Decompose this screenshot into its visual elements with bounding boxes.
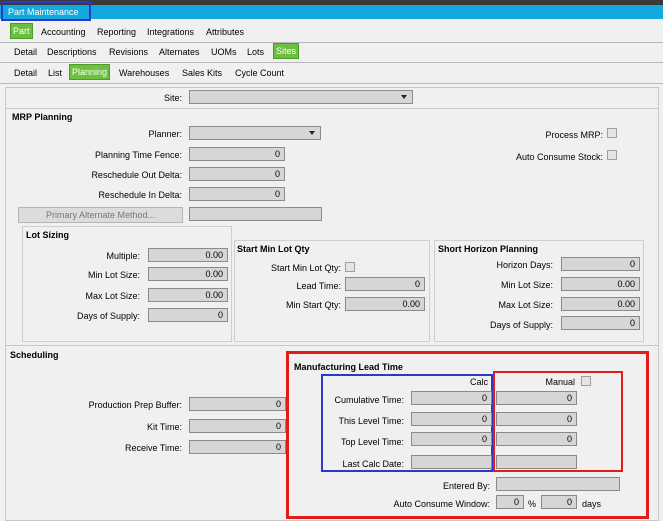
kit-time-field[interactable]: 0 xyxy=(189,419,286,433)
cumulative-manual-field[interactable]: 0 xyxy=(496,391,577,405)
chevron-down-icon xyxy=(309,131,315,135)
tab-uoms[interactable]: UOMs xyxy=(209,44,239,60)
min-lot-size-label: Min Lot Size: xyxy=(87,270,140,280)
start-min-lot-qty-label: Start Min Lot Qty: xyxy=(270,263,341,273)
lot-sizing-title: Lot Sizing xyxy=(26,230,69,240)
planning-time-fence-label: Planning Time Fence: xyxy=(94,150,182,160)
calc-label: Calc xyxy=(469,377,488,387)
last-calc-date-manual-field[interactable] xyxy=(496,455,577,469)
sh-min-lot-size-label: Min Lot Size: xyxy=(500,280,553,290)
site-select[interactable] xyxy=(189,90,413,104)
top-level-manual-field[interactable]: 0 xyxy=(496,432,577,446)
last-calc-date-label: Last Calc Date: xyxy=(342,459,404,469)
tab-cycle-count[interactable]: Cycle Count xyxy=(233,65,286,81)
tab-planning[interactable]: Planning xyxy=(69,64,111,80)
start-min-lot-qty-checkbox[interactable] xyxy=(345,262,355,272)
planner-label: Planner: xyxy=(148,129,182,139)
process-mrp-label: Process MRP: xyxy=(545,130,603,140)
short-horizon-title: Short Horizon Planning xyxy=(438,244,538,254)
title-highlight-box xyxy=(1,1,91,21)
start-min-lot-title: Start Min Lot Qty xyxy=(237,244,310,254)
manual-checkbox[interactable] xyxy=(581,376,591,386)
auto-consume-stock-label: Auto Consume Stock: xyxy=(515,152,603,162)
tab-revisions[interactable]: Revisions xyxy=(107,44,150,60)
auto-consume-days-field[interactable]: 0 xyxy=(541,495,577,509)
manual-label: Manual xyxy=(545,377,575,387)
lead-time-field[interactable]: 0 xyxy=(345,277,425,291)
auto-consume-window-label: Auto Consume Window: xyxy=(393,499,490,509)
tab-descriptions[interactable]: Descriptions xyxy=(45,44,99,60)
auto-consume-stock-checkbox[interactable] xyxy=(607,150,617,160)
tab-reporting[interactable]: Reporting xyxy=(95,24,138,40)
production-prep-buffer-field[interactable]: 0 xyxy=(189,397,286,411)
top-level-time-label: Top Level Time: xyxy=(340,437,404,447)
days-of-supply-label: Days of Supply: xyxy=(76,311,140,321)
receive-time-field[interactable]: 0 xyxy=(189,440,286,454)
days-of-supply-field[interactable]: 0 xyxy=(148,308,228,322)
lead-time-label: Lead Time: xyxy=(296,281,341,291)
primary-alternate-method-field[interactable] xyxy=(189,207,322,221)
horizon-days-field[interactable]: 0 xyxy=(561,257,640,271)
scheduling-section-title: Scheduling xyxy=(10,350,59,360)
max-lot-size-field[interactable]: 0.00 xyxy=(148,288,228,302)
title-bar xyxy=(0,5,663,19)
reschedule-in-field[interactable]: 0 xyxy=(189,187,285,201)
sh-min-lot-size-field[interactable]: 0.00 xyxy=(561,277,640,291)
top-level-calc-field[interactable]: 0 xyxy=(411,432,492,446)
chevron-down-icon xyxy=(401,95,407,99)
tab-site-detail[interactable]: Detail xyxy=(12,65,39,81)
mrp-section-title: MRP Planning xyxy=(12,112,73,122)
tab-sites[interactable]: Sites xyxy=(273,43,300,59)
reschedule-out-label: Reschedule Out Delta: xyxy=(91,170,182,180)
this-level-calc-field[interactable]: 0 xyxy=(411,412,492,426)
min-lot-size-field[interactable]: 0.00 xyxy=(148,267,228,281)
tab-attributes[interactable]: Attributes xyxy=(204,24,246,40)
tab-list[interactable]: List xyxy=(46,65,64,81)
max-lot-size-label: Max Lot Size: xyxy=(85,291,140,301)
reschedule-out-field[interactable]: 0 xyxy=(189,167,285,181)
auto-consume-pct-field[interactable]: 0 xyxy=(496,495,524,509)
multiple-label: Multiple: xyxy=(106,251,140,261)
this-level-manual-field[interactable]: 0 xyxy=(496,412,577,426)
this-level-time-label: This Level Time: xyxy=(338,416,404,426)
tab-integrations[interactable]: Integrations xyxy=(145,24,196,40)
reschedule-in-label: Reschedule In Delta: xyxy=(98,190,182,200)
tab-alternates[interactable]: Alternates xyxy=(157,44,202,60)
kit-time-label: Kit Time: xyxy=(146,422,182,432)
process-mrp-checkbox[interactable] xyxy=(607,128,617,138)
min-start-qty-label: Min Start Qty: xyxy=(285,300,341,310)
sh-max-lot-size-label: Max Lot Size: xyxy=(498,300,553,310)
tab-lots[interactable]: Lots xyxy=(245,44,266,60)
horizon-days-label: Horizon Days: xyxy=(496,260,553,270)
percent-symbol: % xyxy=(528,499,537,509)
planner-select[interactable] xyxy=(189,126,321,140)
production-prep-buffer-label: Production Prep Buffer: xyxy=(88,400,182,410)
multiple-field[interactable]: 0.00 xyxy=(148,248,228,262)
tab-warehouses[interactable]: Warehouses xyxy=(117,65,171,81)
entered-by-field[interactable] xyxy=(496,477,620,491)
sh-max-lot-size-field[interactable]: 0.00 xyxy=(561,297,640,311)
site-label: Site: xyxy=(163,93,182,103)
min-start-qty-field[interactable]: 0.00 xyxy=(345,297,425,311)
last-calc-date-field[interactable] xyxy=(411,455,492,469)
cumulative-calc-field[interactable]: 0 xyxy=(411,391,492,405)
tab-part[interactable]: Part xyxy=(10,23,33,39)
days-label: days xyxy=(582,499,602,509)
tab-accounting[interactable]: Accounting xyxy=(39,24,88,40)
planning-time-fence-field[interactable]: 0 xyxy=(189,147,285,161)
cumulative-time-label: Cumulative Time: xyxy=(334,395,404,405)
entered-by-label: Entered By: xyxy=(442,481,490,491)
tab-detail[interactable]: Detail xyxy=(12,44,39,60)
primary-alternate-method-button[interactable]: Primary Alternate Method... xyxy=(18,207,183,223)
sh-days-of-supply-field[interactable]: 0 xyxy=(561,316,640,330)
lot-sizing-group xyxy=(22,226,232,342)
sh-days-of-supply-label: Days of Supply: xyxy=(489,320,553,330)
mfg-lead-time-title: Manufacturing Lead Time xyxy=(294,362,403,372)
receive-time-label: Receive Time: xyxy=(124,443,182,453)
start-min-lot-group xyxy=(234,240,430,342)
tab-sales-kits[interactable]: Sales Kits xyxy=(180,65,224,81)
